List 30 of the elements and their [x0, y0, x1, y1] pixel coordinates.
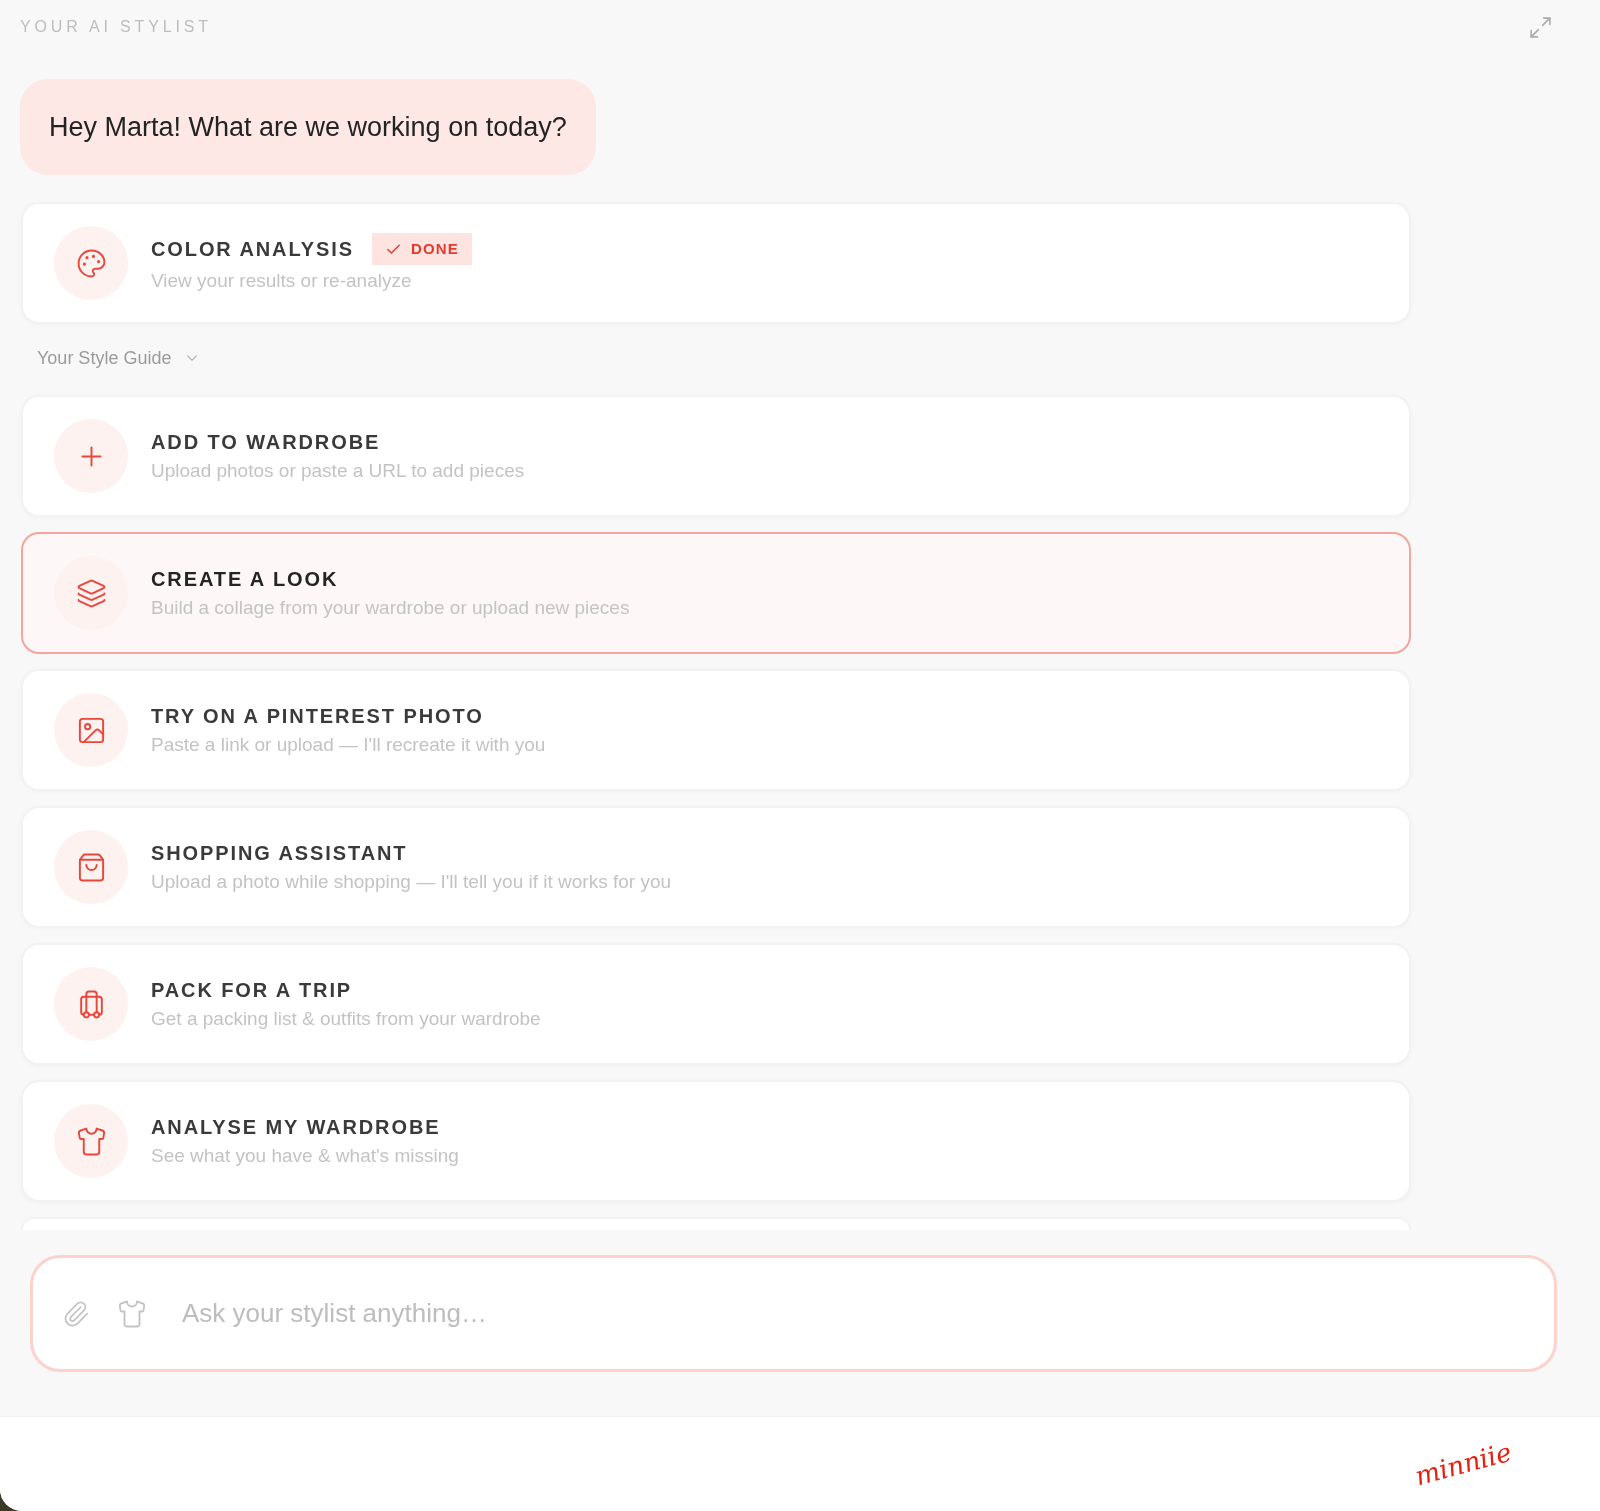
brand-logo: minniie	[1410, 1435, 1516, 1493]
shirt-icon[interactable]	[117, 1298, 147, 1329]
message-bubble: Hey Marta! What are we working on today?	[20, 79, 596, 175]
paperclip-icon[interactable]	[62, 1299, 90, 1328]
card-title: SHOPPING ASSISTANT	[151, 841, 408, 866]
card-subtitle: Upload photos or paste a URL to add pieces	[151, 459, 525, 483]
card-subtitle: Paste a link or upload — I'll recreate it with you	[151, 733, 546, 757]
card-title: PACK FOR A TRIP	[151, 978, 353, 1003]
action-card[interactable]: ADD TO WARDROBE Upload photos or paste a URL to add pieces	[21, 395, 1411, 517]
card-title: COLOR ANALYSIS	[151, 237, 354, 262]
action-card[interactable]: CREATE A LOOK Build a collage from your wardrobe or upload new pieces	[21, 532, 1411, 654]
message-input[interactable]: Ask your stylist anything…	[182, 1293, 1524, 1334]
action-card[interactable]: SHOPPING ASSISTANT Upload a photo while shopping — I'll tell you if it works for you	[21, 806, 1411, 928]
card-subtitle: See what you have & what's missing	[151, 1144, 459, 1168]
card-title: TRY ON A PINTEREST PHOTO	[151, 704, 484, 729]
card-subtitle: Upload a photo while shopping — I'll tell you if it works for you	[151, 870, 672, 894]
action-card[interactable]: ANALYSE MY WARDROBE See what you have & what's missing	[21, 1080, 1411, 1202]
action-card[interactable]: COLOR ANALYSIS DONE View your results or re-analyze	[21, 202, 1411, 324]
card-title: ANALYSE MY WARDROBE	[151, 1115, 441, 1140]
card-subtitle: Build a collage from your wardrobe or upload new pieces	[151, 596, 630, 620]
status-text: DONE	[410, 238, 460, 259]
card-title: ADD TO WARDROBE	[151, 430, 381, 455]
message-field[interactable]: Ask your stylist anything…	[30, 1255, 1557, 1372]
card-subtitle: Get a packing list & outfits from your wardrobe	[151, 1007, 541, 1031]
action-card[interactable]: TRY ON A PINTEREST PHOTO Paste a link or upload — I'll recreate it with you	[21, 669, 1411, 791]
action-card[interactable]: PACK FOR A TRIP Get a packing list & outfits from your wardrobe	[21, 943, 1411, 1065]
panel-title: YOUR AI STYLIST	[20, 17, 212, 37]
expand-icon[interactable]	[1528, 14, 1553, 40]
card-title: CREATE A LOOK	[151, 567, 339, 592]
card-subtitle: View your results or re-analyze	[151, 269, 413, 293]
